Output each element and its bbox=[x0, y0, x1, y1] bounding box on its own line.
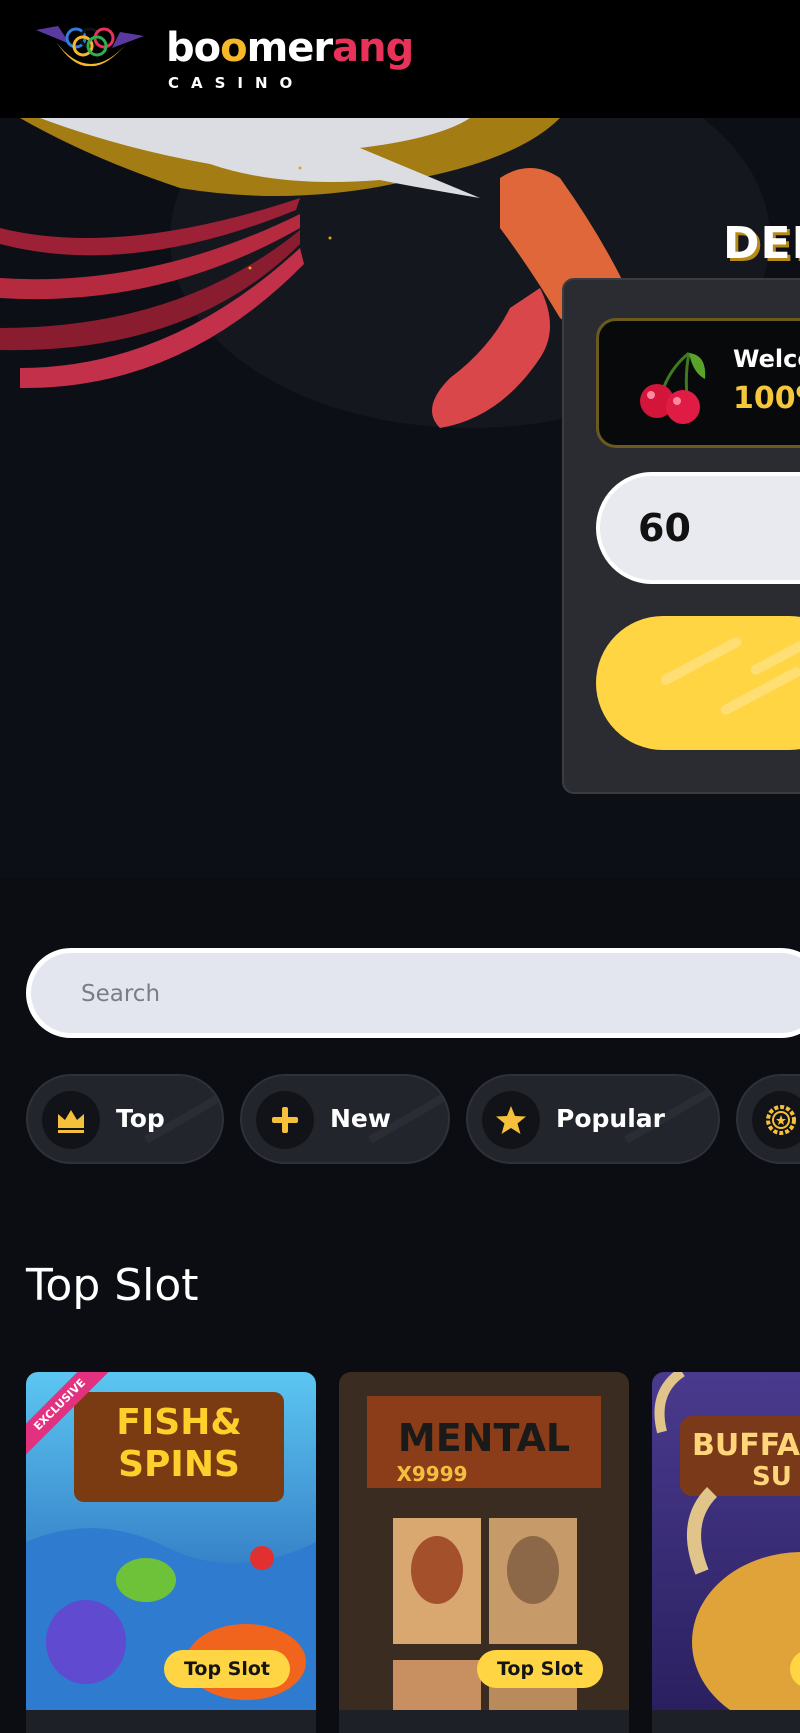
wordmark-part: o bbox=[220, 25, 248, 71]
wordmark-part: mer bbox=[246, 25, 334, 71]
bonus-title: Welco bbox=[733, 345, 800, 373]
section-title: Top Slot bbox=[26, 1260, 199, 1311]
button-decoration bbox=[658, 635, 744, 687]
hero-banner: DEP Welco 100% 60 bbox=[0, 118, 800, 878]
category-label: New bbox=[330, 1104, 391, 1133]
top-slot-badge: Top Slot bbox=[477, 1650, 603, 1688]
hero-title: DEP bbox=[723, 218, 800, 269]
wordmark-part: bo bbox=[166, 25, 221, 71]
category-label: Popular bbox=[556, 1104, 665, 1133]
game-title-line2: X9999 bbox=[396, 1462, 468, 1486]
tile-footer bbox=[339, 1710, 629, 1733]
game-title-line1: MENTAL bbox=[397, 1416, 571, 1460]
deposit-panel: Welco 100% 60 bbox=[562, 278, 800, 794]
crown-icon bbox=[42, 1091, 100, 1149]
cherry-icon bbox=[640, 351, 706, 424]
category-new[interactable]: New bbox=[240, 1074, 450, 1164]
game-title-line2: SPINS bbox=[118, 1444, 240, 1485]
welcome-bonus-card[interactable]: Welco 100% bbox=[596, 318, 800, 448]
search-input[interactable]: Search bbox=[26, 948, 800, 1038]
plus-icon bbox=[256, 1091, 314, 1149]
category-label: Top bbox=[116, 1104, 165, 1133]
deposit-amount-value: 60 bbox=[638, 506, 691, 550]
site-header: boomerang CASINO bbox=[0, 0, 800, 118]
category-top[interactable]: Top bbox=[26, 1074, 224, 1164]
tile-footer bbox=[26, 1710, 316, 1733]
badge-icon bbox=[752, 1091, 800, 1149]
brand-subtitle: CASINO bbox=[168, 74, 305, 92]
game-tile-buffalo[interactable]: BUFFA SU bbox=[652, 1372, 800, 1733]
game-title-line2: SU bbox=[752, 1462, 792, 1492]
deposit-amount-input[interactable]: 60 bbox=[596, 472, 800, 584]
category-popular[interactable]: Popular bbox=[466, 1074, 720, 1164]
game-tile-mental[interactable]: MENTAL X9999 Top Slot bbox=[339, 1372, 629, 1733]
brand-wordmark[interactable]: boomerang bbox=[166, 25, 414, 71]
category-more[interactable] bbox=[736, 1074, 800, 1164]
deposit-button[interactable] bbox=[596, 616, 800, 750]
game-title-line1: FISH& bbox=[116, 1402, 242, 1443]
game-title-line1: BUFFA bbox=[692, 1428, 800, 1463]
page: boomerang CASINO DEP bbox=[0, 0, 800, 1733]
bonus-amount: 100% bbox=[733, 381, 800, 416]
game-tile-fish-spins[interactable]: FISH& SPINS EXCLUSIVE Top Slot bbox=[26, 1372, 316, 1733]
game-artwork bbox=[652, 1372, 800, 1710]
search-placeholder: Search bbox=[81, 981, 161, 1007]
star-icon bbox=[482, 1091, 540, 1149]
tile-footer bbox=[652, 1710, 800, 1733]
boomerang-logo-icon[interactable] bbox=[36, 22, 144, 78]
wordmark-part: ang bbox=[332, 25, 414, 71]
top-slot-badge: Top Slot bbox=[164, 1650, 290, 1688]
